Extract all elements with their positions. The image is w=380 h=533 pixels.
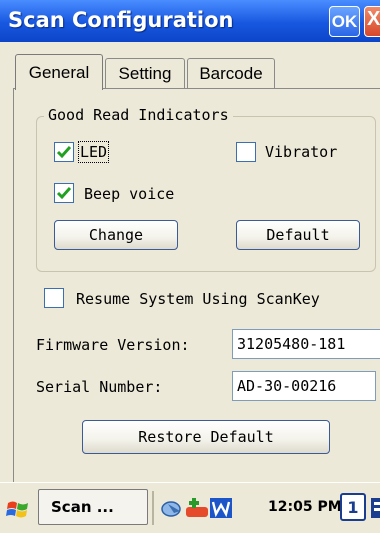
- default-button[interactable]: Default: [236, 220, 360, 250]
- checkmark-icon: [56, 187, 72, 200]
- title-bar: Scan Configuration OK X: [0, 0, 380, 42]
- taskbar: Scan ... 12:05 PM 1: [0, 482, 380, 533]
- word-icon[interactable]: [208, 495, 234, 521]
- tab-barcode[interactable]: Barcode: [187, 58, 275, 88]
- keyboard-icon[interactable]: 1: [340, 493, 366, 521]
- taskbar-separator: [152, 491, 154, 525]
- ok-button[interactable]: OK: [329, 6, 360, 37]
- serial-label: Serial Number:: [36, 378, 163, 396]
- good-read-group-title: Good Read Indicators: [44, 106, 233, 124]
- change-button[interactable]: Change: [54, 220, 178, 250]
- vibrator-label: Vibrator: [265, 143, 338, 161]
- connection-icon[interactable]: [160, 495, 186, 521]
- close-button[interactable]: X: [364, 6, 380, 37]
- start-windows-icon[interactable]: [4, 495, 32, 523]
- taskbar-clock[interactable]: 12:05 PM: [268, 499, 342, 515]
- beep-voice-label: Beep voice: [84, 185, 175, 203]
- taskbar-scan-button[interactable]: Scan ...: [38, 489, 148, 525]
- tab-setting[interactable]: Setting: [105, 58, 185, 88]
- firmware-field: 31205480-181: [232, 329, 380, 359]
- led-checkbox[interactable]: [54, 142, 74, 162]
- restore-default-button[interactable]: Restore Default: [82, 420, 330, 454]
- volume-icon[interactable]: [184, 495, 210, 521]
- input-method-icon[interactable]: [370, 495, 380, 521]
- vibrator-checkbox[interactable]: [236, 142, 256, 162]
- checkmark-icon: [56, 146, 72, 159]
- serial-field: AD-30-00216: [232, 371, 376, 401]
- resume-checkbox[interactable]: [44, 288, 64, 308]
- close-icon: X: [367, 8, 380, 30]
- beep-voice-checkbox[interactable]: [54, 183, 74, 203]
- window-title: Scan Configuration: [8, 8, 234, 32]
- firmware-label: Firmware Version:: [36, 336, 190, 354]
- resume-label: Resume System Using ScanKey: [76, 290, 320, 308]
- tab-general[interactable]: General: [15, 54, 103, 90]
- led-label: LED: [77, 141, 110, 163]
